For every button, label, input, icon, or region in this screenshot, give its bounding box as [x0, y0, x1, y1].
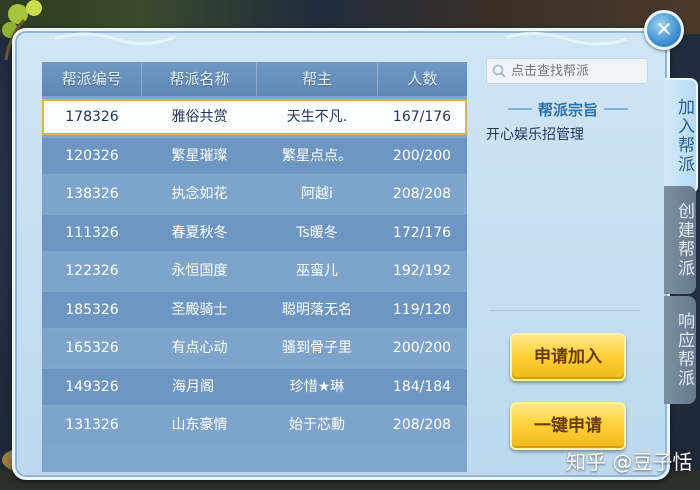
cell-guild-name: 雅俗共赏 — [171, 109, 228, 125]
cell-guild-name: 圣殿骑士 — [171, 301, 228, 318]
cell-guild-leader: 始于芯動 — [289, 417, 345, 433]
cell-member-count: 119/120 — [392, 301, 452, 318]
watermark: 知乎 @豆子恬 — [566, 450, 693, 474]
cell-guild-name: 山东豪情 — [171, 417, 228, 433]
table-row[interactable]: 149326 海月阁ㅤ 珍惜★琳 184/184 — [42, 368, 467, 405]
cell-member-count: 200/200 — [392, 147, 452, 164]
cell-guild-name: 海月阁ㅤ — [172, 378, 227, 395]
guild-motto-title: 帮派宗旨 — [488, 99, 648, 119]
search-input[interactable] — [507, 62, 643, 80]
cell-guild-id: 178326 — [65, 109, 119, 125]
panel-ornament-right — [507, 32, 627, 46]
cell-guild-id: 111326 — [65, 224, 119, 241]
cell-member-count: 208/208 — [392, 186, 452, 202]
cell-member-count: 192/192 — [392, 263, 452, 279]
cell-guild-id: 138326 — [65, 186, 119, 202]
header-guild-id[interactable]: 帮派编号 — [42, 62, 143, 96]
cell-member-count: 200/200 — [392, 340, 452, 356]
guild-motto-text: 开心娱乐招管理 — [486, 127, 584, 143]
title-ornament-left — [507, 108, 532, 110]
cell-guild-id: 120326 — [65, 147, 119, 164]
motto-title-label: 帮派宗旨 — [537, 100, 598, 119]
cell-member-count: 208/208 — [392, 417, 452, 433]
tab-respond-guild[interactable]: 响应帮派 — [664, 296, 696, 404]
cell-guild-leader: 骚到骨子里 — [282, 340, 352, 356]
cell-guild-leader: 聪明落无名 — [282, 301, 352, 318]
panel-ornament-left — [55, 32, 175, 45]
close-icon: ✕ — [655, 17, 673, 41]
table-row[interactable]: 131326 山东豪情 始于芯動 208/208 — [42, 407, 467, 443]
cell-guild-name: 有点心动 — [171, 340, 228, 356]
cell-guild-leader: 阿越i — [301, 186, 333, 202]
cell-guild-id: 131326 — [65, 417, 119, 433]
table-row[interactable]: 165326 有点心动 骚到骨子里 200/200 — [42, 330, 467, 366]
cell-guild-leader: 巫蛮儿 — [296, 263, 338, 279]
table-row[interactable]: 111326 春夏秋冬 Ts暖冬 172/176 — [42, 214, 467, 251]
cell-guild-name: 春夏秋冬 — [171, 224, 228, 241]
table-row[interactable]: 178326 雅俗共赏 天生不凡. 167/176 — [42, 99, 467, 135]
guild-table: 帮派编号 帮派名称 帮主 人数 178326 雅俗共赏 天生不凡. 167/176 12… — [42, 62, 467, 472]
cell-guild-id: 122326 — [65, 263, 119, 279]
cell-guild-id: 165326 — [65, 340, 119, 356]
cell-guild-leader: Ts暖冬 — [296, 224, 338, 241]
apply-join-button[interactable]: 申请加入 — [510, 333, 626, 381]
close-button[interactable]: ✕ — [644, 10, 684, 50]
cell-member-count: 184/184 — [392, 378, 452, 395]
table-header: 帮派编号 帮派名称 帮主 人数 — [42, 62, 467, 96]
cell-guild-leader: 繁星点点。 — [282, 147, 352, 164]
header-guild-leader[interactable]: 帮主 — [257, 62, 378, 96]
cell-guild-id: 149326 — [65, 378, 119, 395]
table-row[interactable]: 185326 圣殿骑士 聪明落无名 119/120 — [42, 291, 467, 328]
cell-member-count: 172/176 — [392, 224, 452, 241]
cell-guild-leader: 天生不凡. — [286, 109, 348, 125]
title-ornament-right — [604, 108, 628, 110]
table-row[interactable]: 120326 繁星璀璨 繁星点点。 200/200 — [42, 137, 467, 174]
search-icon — [492, 64, 506, 78]
table-row[interactable]: 122326 永恒国度 巫蛮儿 192/192 — [42, 253, 467, 289]
header-member-count[interactable]: 人数 — [378, 62, 467, 96]
tab-create-guild[interactable]: 创建帮派 — [664, 186, 696, 294]
divider — [490, 310, 640, 311]
cell-guild-leader: 珍惜★琳 — [289, 378, 345, 395]
cell-guild-name: 永恒国度 — [171, 263, 228, 279]
cell-guild-id: 185326 — [65, 301, 119, 318]
cell-member-count: 167/176 — [392, 109, 452, 125]
cell-guild-name: 执念如花 — [171, 186, 228, 202]
table-row[interactable]: 138326 执念如花 阿越i 208/208 — [42, 176, 467, 212]
tab-join-guild[interactable]: 加入帮派 — [664, 78, 698, 194]
cell-guild-name: 繁星璀璨 — [171, 147, 228, 164]
one-click-apply-button[interactable]: 一键申请 — [510, 402, 626, 450]
header-guild-name[interactable]: 帮派名称 — [142, 62, 258, 96]
guild-search-box[interactable] — [486, 58, 648, 84]
